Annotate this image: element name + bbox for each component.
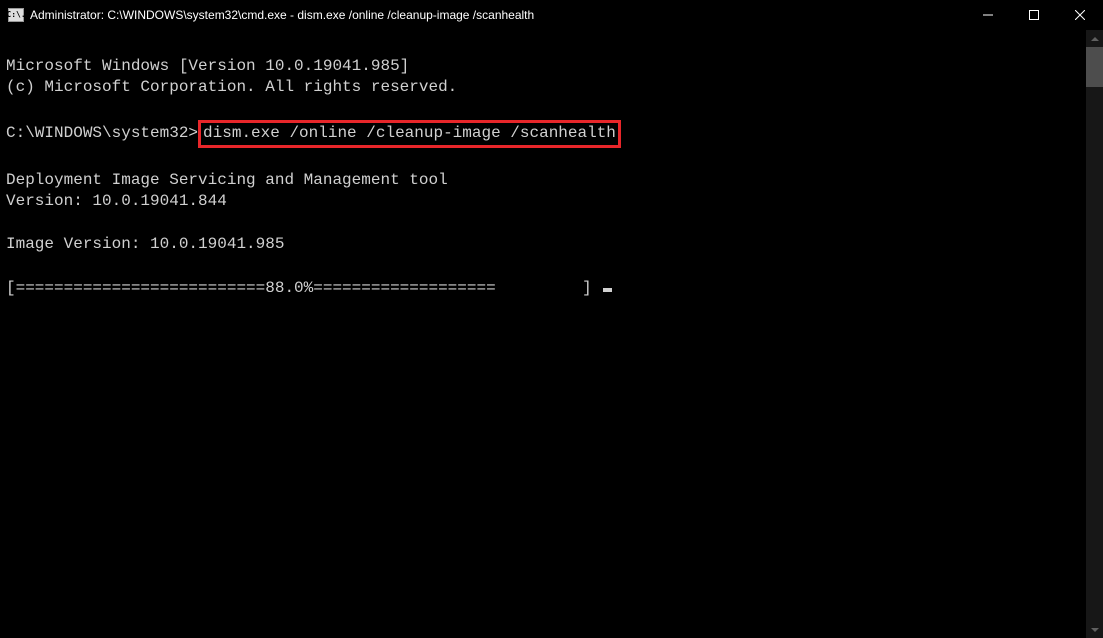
- output-line: Image Version: 10.0.19041.985: [6, 235, 284, 253]
- output-line: Version: 10.0.19041.844: [6, 192, 227, 210]
- window-title: Administrator: C:\WINDOWS\system32\cmd.e…: [30, 8, 534, 22]
- titlebar-left: C:\. Administrator: C:\WINDOWS\system32\…: [0, 8, 534, 22]
- minimize-icon: [983, 10, 993, 20]
- terminal-output[interactable]: Microsoft Windows [Version 10.0.19041.98…: [0, 30, 1103, 303]
- prompt-line: C:\WINDOWS\system32>dism.exe /online /cl…: [6, 124, 621, 142]
- output-line: (c) Microsoft Corporation. All rights re…: [6, 78, 457, 96]
- scrollbar-thumb[interactable]: [1086, 47, 1103, 87]
- close-button[interactable]: [1057, 0, 1103, 29]
- cmd-icon: C:\.: [8, 8, 24, 22]
- prompt-prefix: C:\WINDOWS\system32>: [6, 124, 198, 142]
- scrollbar-up-arrow-icon[interactable]: [1086, 30, 1103, 47]
- window-titlebar: C:\. Administrator: C:\WINDOWS\system32\…: [0, 0, 1103, 30]
- output-line: Microsoft Windows [Version 10.0.19041.98…: [6, 57, 409, 75]
- vertical-scrollbar[interactable]: [1086, 30, 1103, 638]
- progress-line: [==========================88.0%========…: [6, 279, 612, 297]
- maximize-button[interactable]: [1011, 0, 1057, 29]
- command-highlight: dism.exe /online /cleanup-image /scanhea…: [198, 120, 621, 148]
- minimize-button[interactable]: [965, 0, 1011, 29]
- cursor: [603, 288, 612, 292]
- scrollbar-down-arrow-icon[interactable]: [1086, 621, 1103, 638]
- progress-bar-text: [==========================88.0%========…: [6, 279, 601, 297]
- output-line: Deployment Image Servicing and Managemen…: [6, 171, 448, 189]
- window-controls: [965, 0, 1103, 29]
- close-icon: [1075, 10, 1085, 20]
- maximize-icon: [1029, 10, 1039, 20]
